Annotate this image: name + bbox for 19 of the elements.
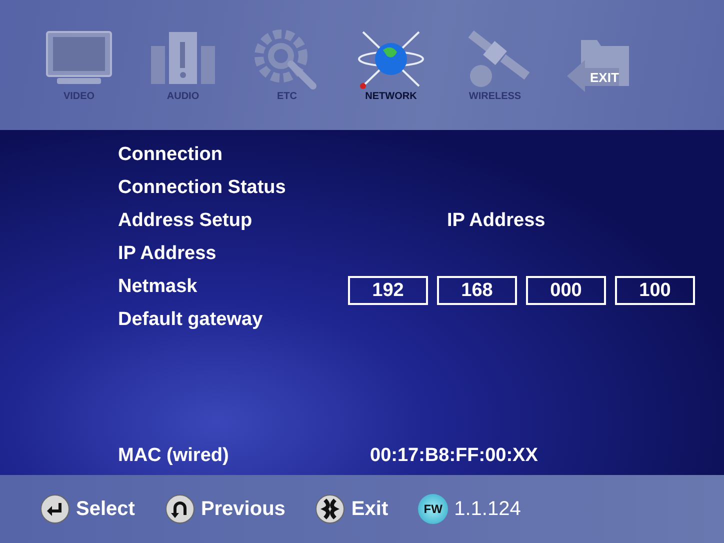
- ip-octet-field[interactable]: 168: [437, 276, 517, 305]
- field-heading: IP Address: [446, 210, 546, 232]
- menu-tab[interactable]: NETWORK: [352, 28, 430, 102]
- menu-item[interactable]: IP Address: [118, 242, 348, 264]
- mac-label: MAC (wired): [118, 445, 230, 467]
- menu-item[interactable]: Connection Status: [118, 176, 348, 198]
- menu-item[interactable]: Netmask: [118, 276, 348, 298]
- mac-value: 00:17:B8:FF:00:XX: [370, 445, 538, 467]
- ip-octet-field[interactable]: 100: [615, 276, 695, 305]
- menu-item[interactable]: Default gateway: [118, 308, 348, 330]
- ip-octet-field[interactable]: 192: [348, 276, 428, 305]
- firmware-badge: FW: [418, 494, 448, 524]
- menu-item[interactable]: Address Setup: [118, 210, 348, 232]
- menu-item[interactable]: Connection: [118, 144, 348, 166]
- ip-octet-field[interactable]: 000: [526, 276, 606, 305]
- firmware-version: 1.1.124: [454, 498, 521, 520]
- hint-label: Select: [76, 498, 135, 520]
- hint-label: Previous: [200, 498, 286, 520]
- hint-label: Exit: [351, 498, 388, 520]
